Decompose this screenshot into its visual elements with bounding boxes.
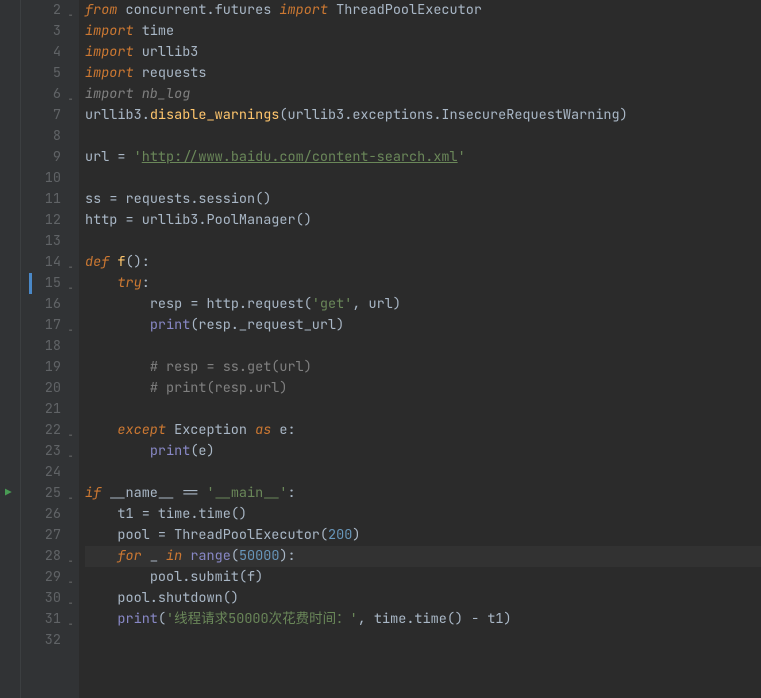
gutter-line-20[interactable]: 20 — [21, 378, 61, 399]
code-line[interactable]: print(resp._request_url) — [85, 315, 761, 336]
fold-marker-icon[interactable]: − — [68, 320, 73, 341]
modification-marker-icon — [29, 273, 32, 294]
left-strip — [0, 0, 21, 698]
run-gutter-icon[interactable]: ▶ — [5, 483, 12, 504]
code-line[interactable]: if __name__ == '__main__': — [85, 483, 761, 504]
code-line[interactable] — [85, 630, 761, 651]
gutter-line-14[interactable]: 14 — [21, 252, 61, 273]
code-line[interactable]: print(e) — [85, 441, 761, 462]
gutter-line-29[interactable]: 29 — [21, 567, 61, 588]
code-line[interactable]: ss = requests.session() — [85, 189, 761, 210]
gutter-line-26[interactable]: 26 — [21, 504, 61, 525]
code-editor: 2345678910111213141516171819202122232425… — [0, 0, 761, 698]
code-line[interactable]: pool.shutdown() — [85, 588, 761, 609]
code-line[interactable]: http = urllib3.PoolManager() — [85, 210, 761, 231]
code-line[interactable]: def f(): — [85, 252, 761, 273]
code-line[interactable] — [85, 336, 761, 357]
fold-marker-icon[interactable]: − — [68, 572, 73, 593]
fold-marker-icon[interactable]: − — [68, 5, 73, 26]
gutter-line-24[interactable]: 24 — [21, 462, 61, 483]
code-line[interactable]: from concurrent.futures import ThreadPoo… — [85, 0, 761, 21]
gutter-line-31[interactable]: 31 — [21, 609, 61, 630]
code-line[interactable]: import urllib3 — [85, 42, 761, 63]
code-line[interactable]: except Exception as e: — [85, 420, 761, 441]
gutter-line-22[interactable]: 22 — [21, 420, 61, 441]
code-line[interactable]: urllib3.disable_warnings(urllib3.excepti… — [85, 105, 761, 126]
gutter-line-10[interactable]: 10 — [21, 168, 61, 189]
gutter-line-11[interactable]: 11 — [21, 189, 61, 210]
gutter-line-7[interactable]: 7 — [21, 105, 61, 126]
code-line[interactable] — [85, 126, 761, 147]
gutter-line-15[interactable]: 15 — [21, 273, 61, 294]
gutter-line-30[interactable]: 30 — [21, 588, 61, 609]
code-line[interactable]: print('线程请求50000次花费时间：', time.time() - t… — [85, 609, 761, 630]
gutter-line-17[interactable]: 17 — [21, 315, 61, 336]
gutter-line-9[interactable]: 9 — [21, 147, 61, 168]
fold-marker-icon[interactable]: − — [68, 614, 73, 635]
fold-marker-icon[interactable]: − — [68, 551, 73, 572]
code-line[interactable]: pool.submit(f) — [85, 567, 761, 588]
gutter-line-27[interactable]: 27 — [21, 525, 61, 546]
fold-marker-icon[interactable]: − — [68, 425, 73, 446]
code-line[interactable] — [85, 168, 761, 189]
code-line[interactable] — [85, 399, 761, 420]
gutter-line-19[interactable]: 19 — [21, 357, 61, 378]
fold-strip[interactable]: −−−−−−−−−−−− — [67, 0, 79, 698]
code-line[interactable]: import time — [85, 21, 761, 42]
gutter[interactable]: 2345678910111213141516171819202122232425… — [21, 0, 67, 698]
gutter-line-8[interactable]: 8 — [21, 126, 61, 147]
fold-marker-icon[interactable]: − — [68, 593, 73, 614]
gutter-line-13[interactable]: 13 — [21, 231, 61, 252]
gutter-line-21[interactable]: 21 — [21, 399, 61, 420]
gutter-line-5[interactable]: 5 — [21, 63, 61, 84]
gutter-line-3[interactable]: 3 — [21, 21, 61, 42]
gutter-line-23[interactable]: 23 — [21, 441, 61, 462]
gutter-line-4[interactable]: 4 — [21, 42, 61, 63]
code-area[interactable]: from concurrent.futures import ThreadPoo… — [79, 0, 761, 698]
code-line[interactable]: pool = ThreadPoolExecutor(200) — [85, 525, 761, 546]
code-line[interactable]: for _ in range(50000): — [85, 546, 761, 567]
fold-marker-icon[interactable]: − — [68, 257, 73, 278]
fold-marker-icon[interactable]: − — [68, 488, 73, 509]
gutter-line-25[interactable]: 25▶ — [21, 483, 61, 504]
code-line[interactable] — [85, 231, 761, 252]
fold-marker-icon[interactable]: − — [68, 446, 73, 467]
gutter-line-16[interactable]: 16 — [21, 294, 61, 315]
code-line[interactable]: url = 'http://www.baidu.com/content-sear… — [85, 147, 761, 168]
code-line[interactable]: # resp = ss.get(url) — [85, 357, 761, 378]
fold-marker-icon[interactable]: − — [68, 278, 73, 299]
code-line[interactable]: # print(resp.url) — [85, 378, 761, 399]
gutter-line-18[interactable]: 18 — [21, 336, 61, 357]
code-line[interactable]: resp = http.request('get', url) — [85, 294, 761, 315]
gutter-line-6[interactable]: 6 — [21, 84, 61, 105]
code-line[interactable]: import requests — [85, 63, 761, 84]
fold-marker-icon[interactable]: − — [68, 89, 73, 110]
gutter-line-2[interactable]: 2 — [21, 0, 61, 21]
code-line[interactable]: try: — [85, 273, 761, 294]
gutter-line-12[interactable]: 12 — [21, 210, 61, 231]
code-line[interactable]: import nb_log — [85, 84, 761, 105]
gutter-line-28[interactable]: 28 — [21, 546, 61, 567]
gutter-line-32[interactable]: 32 — [21, 630, 61, 651]
code-line[interactable] — [85, 462, 761, 483]
code-line[interactable]: t1 = time.time() — [85, 504, 761, 525]
